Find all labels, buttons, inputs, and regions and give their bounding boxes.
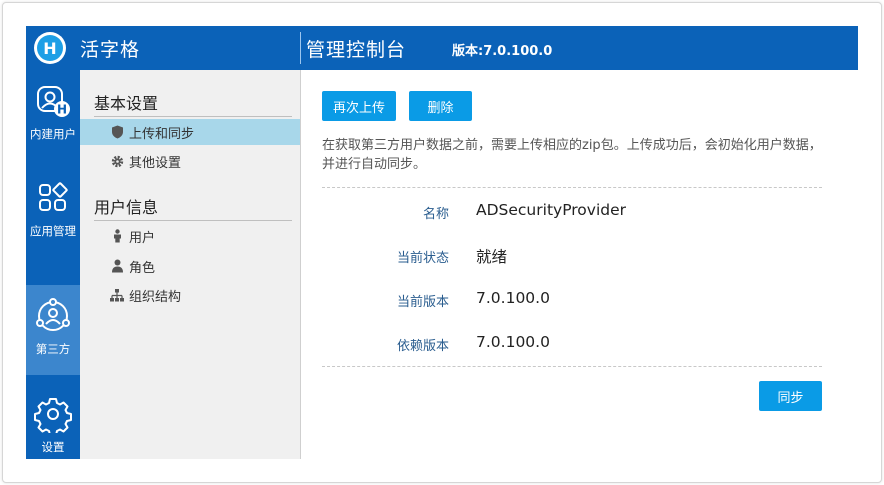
org-chart-icon bbox=[110, 288, 124, 302]
menu-item-label: 用户 bbox=[129, 230, 156, 246]
detail-label-status: 当前状态 bbox=[396, 251, 449, 266]
menu-section-user-info: 用户信息 bbox=[94, 194, 292, 221]
gear-icon bbox=[34, 398, 72, 433]
menu-section-basic: 基本设置 bbox=[94, 90, 292, 117]
apps-icon bbox=[39, 182, 68, 211]
menu-item-label: 其他设置 bbox=[129, 155, 182, 171]
version-label: 版本:7.0.100.0 bbox=[452, 44, 553, 59]
rail-label: 第三方 bbox=[35, 342, 71, 356]
third-party-icon bbox=[36, 298, 70, 331]
top-bar: H 活字格 管理控制台 版本:7.0.100.0 bbox=[26, 26, 858, 70]
main-content: 再次上传 删除 在获取第三方用户数据之前，需要上传相应的zip包。上传成功后，会… bbox=[301, 70, 858, 459]
console-title: 管理控制台 bbox=[306, 39, 407, 61]
rail-item-app-management[interactable]: 应用管理 bbox=[26, 167, 80, 257]
builtin-user-icon: H bbox=[37, 86, 70, 117]
rail-item-settings[interactable]: 设置 bbox=[26, 383, 80, 473]
menu-item-org-structure[interactable]: 组织结构 bbox=[80, 282, 300, 308]
detail-value-name: ADSecurityProvider bbox=[476, 201, 627, 219]
logo-letter: H bbox=[37, 35, 63, 61]
menu-item-roles[interactable]: 角色 bbox=[80, 253, 300, 279]
detail-label-name: 名称 bbox=[422, 207, 449, 222]
menu-item-label: 上传和同步 bbox=[129, 126, 195, 142]
svg-text:H: H bbox=[57, 103, 67, 117]
rail-label: 设置 bbox=[41, 440, 65, 454]
app-logo: H bbox=[34, 32, 66, 64]
menu-item-other-settings[interactable]: 其他设置 bbox=[80, 148, 300, 174]
reupload-button[interactable]: 再次上传 bbox=[322, 91, 396, 121]
rail-item-third-party[interactable]: 第三方 bbox=[26, 285, 80, 375]
user-icon bbox=[110, 229, 124, 243]
menu-item-users[interactable]: 用户 bbox=[80, 223, 300, 249]
divider bbox=[322, 366, 822, 367]
menu-item-upload-sync[interactable]: 上传和同步 bbox=[80, 119, 300, 145]
shield-icon bbox=[110, 125, 124, 139]
gear-icon bbox=[110, 154, 124, 168]
delete-button[interactable]: 删除 bbox=[409, 91, 472, 121]
detail-value-current-version: 7.0.100.0 bbox=[476, 289, 550, 307]
rail-label: 应用管理 bbox=[30, 224, 76, 238]
menu-item-label: 组织结构 bbox=[129, 289, 182, 305]
brand-name: 活字格 bbox=[80, 39, 141, 61]
detail-label-current-version: 当前版本 bbox=[396, 295, 449, 310]
upload-notice: 在获取第三方用户数据之前，需要上传相应的zip包。上传成功后，会初始化用户数据，… bbox=[322, 138, 822, 172]
sync-button[interactable]: 同步 bbox=[759, 381, 822, 411]
detail-value-dependency-version: 7.0.100.0 bbox=[476, 333, 550, 351]
detail-label-dependency-version: 依赖版本 bbox=[396, 339, 449, 354]
left-rail: H 内建用户 应用管理 第三方 设置 bbox=[26, 70, 80, 459]
rail-item-builtin-users[interactable]: H 内建用户 bbox=[26, 70, 80, 160]
detail-value-status: 就绪 bbox=[476, 248, 508, 266]
rail-label: 内建用户 bbox=[30, 127, 76, 141]
divider bbox=[322, 187, 822, 188]
role-icon bbox=[110, 259, 124, 273]
header-divider bbox=[300, 32, 301, 64]
settings-menu: 基本设置 上传和同步 其他设置 用户信息 用户 角色 组织结构 bbox=[80, 70, 301, 459]
menu-item-label: 角色 bbox=[129, 260, 156, 276]
